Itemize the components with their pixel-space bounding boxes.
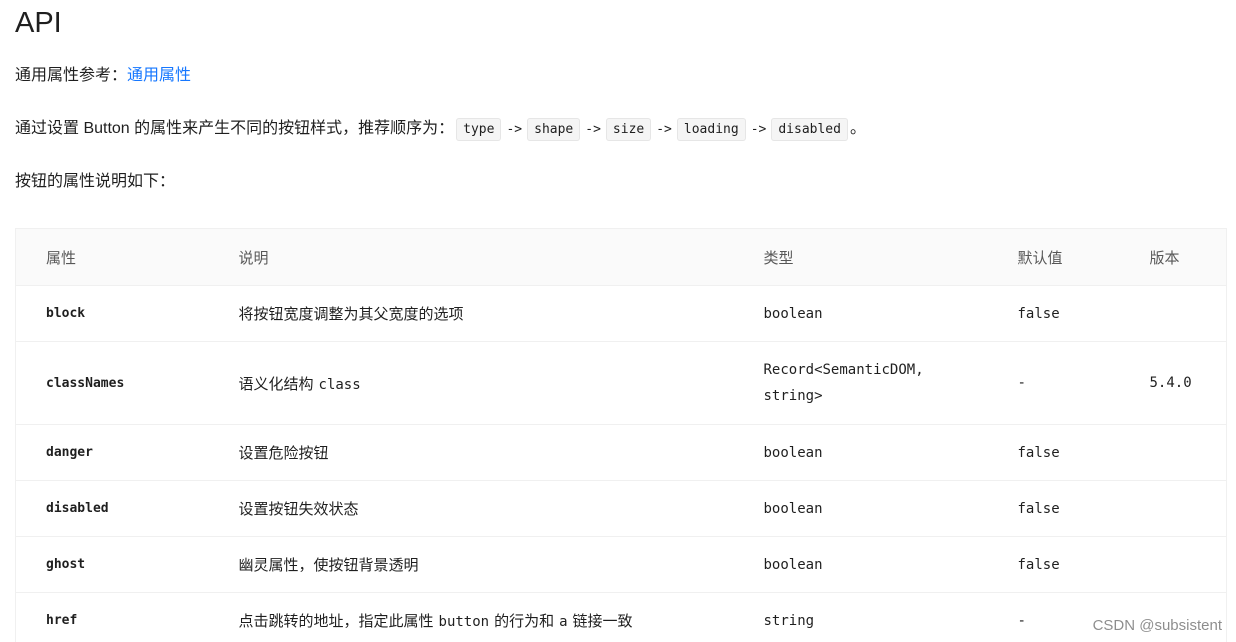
seq-arrow: -> [506, 122, 523, 137]
seq-arrow: -> [656, 122, 672, 137]
cell-version: 5.4.0 [1119, 341, 1227, 425]
seq-code-shape: shape [527, 118, 581, 141]
cell-prop: href [15, 592, 209, 642]
cell-prop: classNames [15, 341, 209, 425]
type-line: Record<SemanticDOM, [763, 362, 924, 378]
common-props-paragraph: 通用属性参考：通用属性 [15, 64, 191, 88]
header-desc: 说明 [208, 228, 734, 286]
cell-default: false [987, 285, 1120, 342]
cell-default: false [987, 536, 1120, 593]
cell-version [1119, 285, 1227, 342]
cell-desc: 将按钮宽度调整为其父宽度的选项 [208, 285, 734, 342]
api-doc-page: API 通用属性参考：通用属性 通过设置 Button 的属性来产生不同的按钮样… [0, 0, 1236, 642]
cell-type: boolean [733, 536, 988, 593]
desc-text: 链接一致 [572, 613, 633, 630]
cell-desc: 语义化结构 class [208, 341, 734, 425]
header-default: 默认值 [987, 228, 1120, 286]
cell-type: boolean [733, 424, 988, 481]
header-prop: 属性 [15, 228, 209, 286]
cell-desc: 设置危险按钮 [208, 424, 734, 481]
cell-default: - [987, 341, 1120, 425]
csdn-watermark: CSDN @subsistent [1092, 617, 1222, 634]
cell-type: boolean [733, 480, 988, 537]
table-row: danger 设置危险按钮 boolean false [15, 424, 1227, 481]
intro-prefix: 通过设置 Button 的属性来产生不同的按钮样式，推荐顺序为： [15, 120, 455, 137]
table-row: disabled 设置按钮失效状态 boolean false [15, 480, 1227, 537]
table-intro: 按钮的属性说明如下： [15, 173, 176, 190]
api-heading: API [15, 7, 62, 39]
cell-default: false [987, 424, 1120, 481]
cell-prop: disabled [15, 480, 209, 537]
cell-default: false [987, 480, 1120, 537]
seq-code-loading: loading [676, 118, 746, 141]
desc-code: button [438, 614, 490, 630]
common-props-link[interactable]: 通用属性 [127, 67, 191, 84]
desc-code: class [318, 376, 361, 393]
desc-text: 的行为和 [494, 613, 555, 630]
api-table: 属性 说明 类型 默认值 版本 block 将按钮宽度调整为其父宽度的选项 bo… [15, 228, 1227, 642]
cell-prop: danger [15, 424, 209, 481]
desc-text: 点击跳转的地址，指定此属性 [238, 613, 434, 630]
seq-code-type: type [456, 118, 502, 141]
intro-paragraph: 通过设置 Button 的属性来产生不同的按钮样式，推荐顺序为： type -> sh… [15, 117, 866, 142]
type-line: string> [763, 388, 823, 404]
cell-desc: 点击跳转的地址，指定此属性 button 的行为和 a 链接一致 [208, 592, 734, 642]
cell-type: Record<SemanticDOM, string> [733, 341, 988, 425]
table-row: classNames 语义化结构 class Record<SemanticDOM… [15, 341, 1227, 425]
header-type: 类型 [733, 228, 988, 286]
cell-type: boolean [733, 285, 988, 342]
intro-suffix: 。 [849, 120, 866, 137]
seq-arrow: -> [585, 122, 601, 137]
table-header-row: 属性 说明 类型 默认值 版本 [15, 228, 1227, 286]
cell-prop: ghost [15, 536, 209, 593]
seq-code-size: size [605, 118, 652, 141]
seq-code-disabled: disabled [771, 118, 848, 141]
common-props-label: 通用属性参考： [15, 67, 128, 84]
table-row: ghost 幽灵属性，使按钮背景透明 boolean false [15, 536, 1227, 593]
header-version: 版本 [1119, 228, 1227, 286]
desc-text: 语义化结构 [238, 375, 314, 393]
cell-version [1119, 536, 1227, 593]
table-row: href 点击跳转的地址，指定此属性 button 的行为和 a 链接一致 string… [15, 592, 1227, 642]
cell-version [1119, 480, 1227, 537]
desc-code: a [559, 614, 568, 630]
cell-version [1119, 424, 1227, 481]
cell-desc: 幽灵属性，使按钮背景透明 [208, 536, 734, 593]
cell-desc: 设置按钮失效状态 [208, 480, 734, 537]
cell-type: string [733, 592, 988, 642]
seq-arrow: -> [750, 122, 767, 137]
cell-prop: block [15, 285, 209, 342]
table-row: block 将按钮宽度调整为其父宽度的选项 boolean false [15, 285, 1227, 342]
